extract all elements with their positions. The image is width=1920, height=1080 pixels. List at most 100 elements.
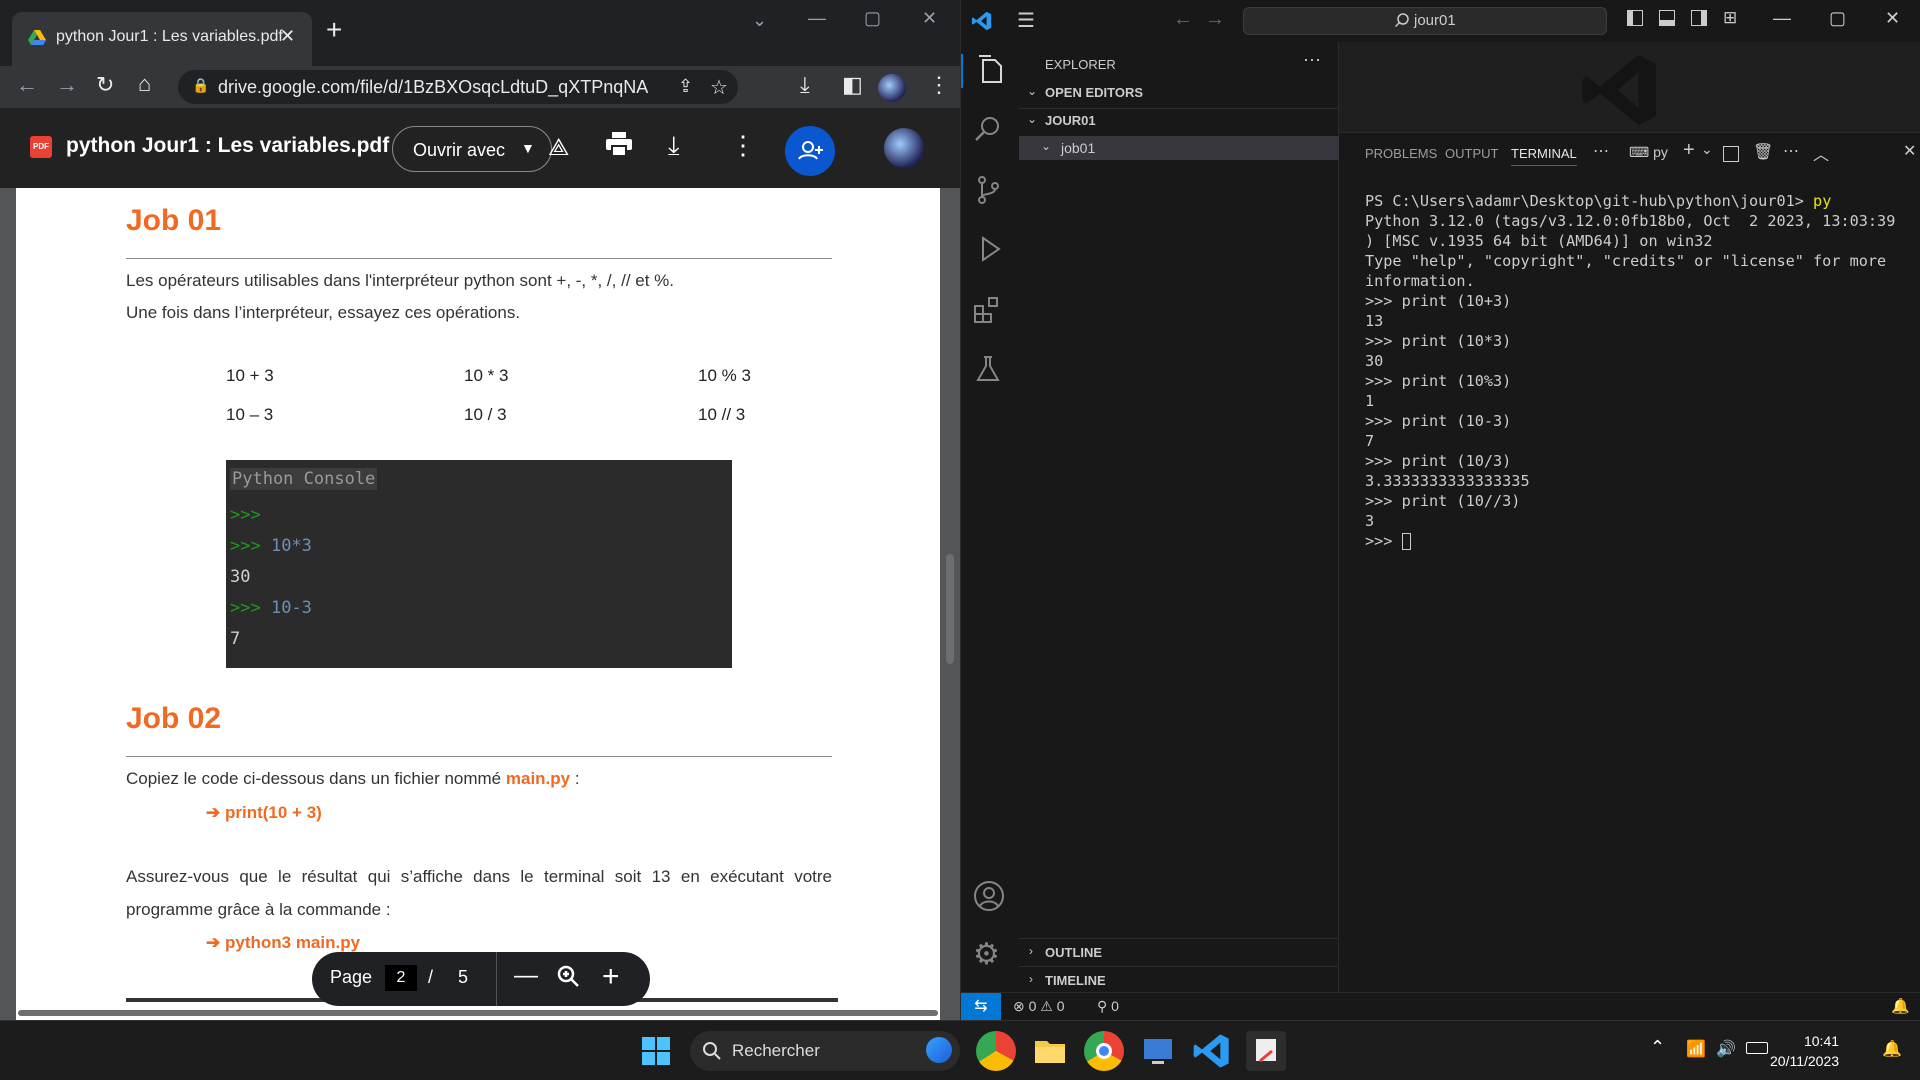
subfolder-label: job01 <box>1061 140 1096 156</box>
minimize-icon[interactable]: — <box>808 8 826 29</box>
customize-layout-icon[interactable]: ⊞ <box>1723 8 1737 28</box>
chrome-menu-icon[interactable]: ⋮ <box>928 72 950 98</box>
page-number-input[interactable]: 2 <box>385 965 417 991</box>
more-actions-icon[interactable]: ⋯ <box>1783 141 1799 161</box>
terminal-output[interactable]: PS C:\Users\adamr\Desktop\git-hub\python… <box>1365 191 1895 551</box>
terminal-line: >>> print (10//3) <box>1365 492 1521 510</box>
more-tabs-icon[interactable]: ⋯ <box>1593 141 1609 161</box>
notification-bell-icon[interactable]: 🔔 <box>1882 1039 1902 1059</box>
snipping-tool-icon[interactable] <box>1246 1031 1286 1071</box>
problems-status[interactable]: ⊗ 0 ⚠ 0 <box>1013 998 1065 1015</box>
run-debug-icon[interactable] <box>973 234 1007 268</box>
testing-flask-icon[interactable] <box>973 354 1007 388</box>
close-panel-icon[interactable]: ✕ <box>1903 141 1916 161</box>
maximize-icon[interactable]: ▢ <box>864 8 881 29</box>
window-close-icon[interactable]: ✕ <box>1885 8 1900 29</box>
wifi-icon[interactable]: 📶 <box>1686 1039 1706 1059</box>
nav-back-icon[interactable]: ← <box>1173 8 1193 31</box>
tab-search-chevron-icon[interactable]: ⌄ <box>752 10 767 31</box>
print-icon[interactable] <box>606 132 632 156</box>
terminal-profile-py[interactable]: ⌨ py <box>1629 144 1668 161</box>
bookmark-star-icon[interactable]: ☆ <box>710 75 728 100</box>
bing-icon <box>926 1037 952 1063</box>
share-page-icon[interactable]: ⇪ <box>678 76 693 97</box>
add-to-drive-icon[interactable]: ⟁ <box>548 134 569 162</box>
extensions-icon[interactable] <box>973 294 1007 328</box>
split-terminal-icon[interactable] <box>1723 146 1739 162</box>
toggle-panel-icon[interactable] <box>1659 10 1675 26</box>
toggle-sidebar-icon[interactable] <box>1627 10 1643 26</box>
downloads-icon[interactable]: ⤓ <box>800 72 810 98</box>
reload-icon[interactable]: ↻ <box>96 72 114 98</box>
chrome-icon[interactable] <box>1084 1031 1124 1071</box>
trash-icon[interactable]: 🗑 <box>1753 142 1773 162</box>
more-actions-icon[interactable]: ⋮ <box>730 130 756 161</box>
pdf-file-icon: PDF <box>30 136 52 158</box>
explorer-files-icon[interactable] <box>961 54 1019 88</box>
system-clock[interactable]: 10:41 20/11/2023 <box>1770 1031 1839 1071</box>
more-actions-icon[interactable]: ⋯ <box>1303 50 1321 71</box>
timeline-section[interactable]: › TIMELINE <box>1019 970 1339 992</box>
maximize-panel-icon[interactable]: ︿ <box>1813 141 1829 165</box>
tab-output[interactable]: OUTPUT <box>1445 146 1498 161</box>
terminal-line: 30 <box>1365 352 1384 370</box>
console-line: >>> 10-3 <box>230 598 312 618</box>
remote-desktop-icon[interactable] <box>1138 1031 1178 1071</box>
maximize-icon[interactable]: ▢ <box>1829 8 1846 29</box>
horizontal-scrollbar[interactable] <box>18 1010 938 1016</box>
profile-avatar[interactable] <box>878 74 906 102</box>
nav-forward-icon[interactable]: → <box>1205 8 1225 31</box>
share-button[interactable] <box>785 126 835 176</box>
vscode-taskbar-icon[interactable] <box>1192 1031 1232 1071</box>
op-div: 10 / 3 <box>464 405 507 424</box>
minimize-icon[interactable]: — <box>1773 8 1791 29</box>
notifications-bell-icon[interactable]: 🔔 <box>1891 997 1910 1015</box>
download-icon[interactable]: ⤓ <box>668 130 680 162</box>
open-editors-section[interactable]: ⌄ OPEN EDITORS <box>1019 82 1339 104</box>
vertical-scrollbar[interactable] <box>946 554 954 664</box>
command-center-search[interactable]: jour01 <box>1243 7 1607 35</box>
open-with-button[interactable]: Ouvrir avec ▼ <box>392 126 552 172</box>
forward-arrow-icon[interactable]: → <box>56 72 78 98</box>
outline-section[interactable]: › OUTLINE <box>1019 942 1339 964</box>
source-control-icon[interactable] <box>973 174 1007 208</box>
console-line: >>> 10*3 <box>230 536 312 556</box>
zoom-out-icon[interactable]: — <box>514 962 538 990</box>
editor-area <box>1339 42 1920 132</box>
zoom-in-icon[interactable]: + <box>602 960 620 994</box>
pdf-viewport[interactable]: Job 01 Les opérateurs utilisables dans l… <box>0 188 960 1020</box>
address-bar[interactable]: 🔒 drive.google.com/file/d/1BzBXOsqcLdtuD… <box>178 70 738 104</box>
toggle-secondary-sidebar-icon[interactable] <box>1691 10 1707 26</box>
menu-hamburger-icon[interactable]: ☰ <box>1017 8 1035 33</box>
home-icon[interactable]: ⌂ <box>138 71 151 97</box>
window-close-icon[interactable]: ✕ <box>922 8 937 29</box>
job01-heading: Job 01 <box>126 204 222 237</box>
zoom-icon[interactable] <box>556 964 580 988</box>
side-panel-icon[interactable]: ◧ <box>842 72 863 98</box>
chevron-up-icon[interactable]: ⌃ <box>1650 1037 1665 1058</box>
tab-terminal[interactable]: TERMINAL <box>1511 146 1577 166</box>
volume-icon[interactable]: 🔊 <box>1716 1039 1736 1059</box>
battery-icon[interactable] <box>1746 1042 1768 1054</box>
manage-gear-icon[interactable]: ⚙ <box>973 940 1007 974</box>
accounts-icon[interactable] <box>973 880 1007 914</box>
pdf-page: Job 01 Les opérateurs utilisables dans l… <box>16 188 940 1020</box>
tree-item-job01[interactable]: ⌄ job01 <box>1019 136 1339 160</box>
chrome-canary-icon[interactable] <box>976 1031 1016 1071</box>
folder-jour01[interactable]: ⌄ JOUR01 <box>1019 110 1339 132</box>
terminal-line: >>> print (10-3) <box>1365 412 1512 430</box>
back-arrow-icon[interactable]: ← <box>16 72 38 98</box>
close-tab-icon[interactable]: ✕ <box>280 26 295 47</box>
file-explorer-icon[interactable] <box>1030 1031 1070 1071</box>
ports-status[interactable]: ⚲ 0 <box>1097 998 1119 1015</box>
new-tab-button[interactable]: + <box>326 16 342 44</box>
remote-indicator-icon[interactable]: ⇆ <box>961 993 1001 1021</box>
account-avatar[interactable] <box>884 128 924 168</box>
new-terminal-icon[interactable]: + <box>1683 139 1695 162</box>
chevron-down-icon[interactable]: ⌄ <box>1701 141 1713 158</box>
tab-problems[interactable]: PROBLEMS <box>1365 146 1437 161</box>
taskbar-search[interactable]: Rechercher <box>690 1031 960 1071</box>
search-icon[interactable] <box>973 114 1007 148</box>
browser-tab[interactable]: python Jour1 : Les variables.pdf ✕ <box>12 12 312 66</box>
windows-start-icon[interactable] <box>636 1031 676 1071</box>
